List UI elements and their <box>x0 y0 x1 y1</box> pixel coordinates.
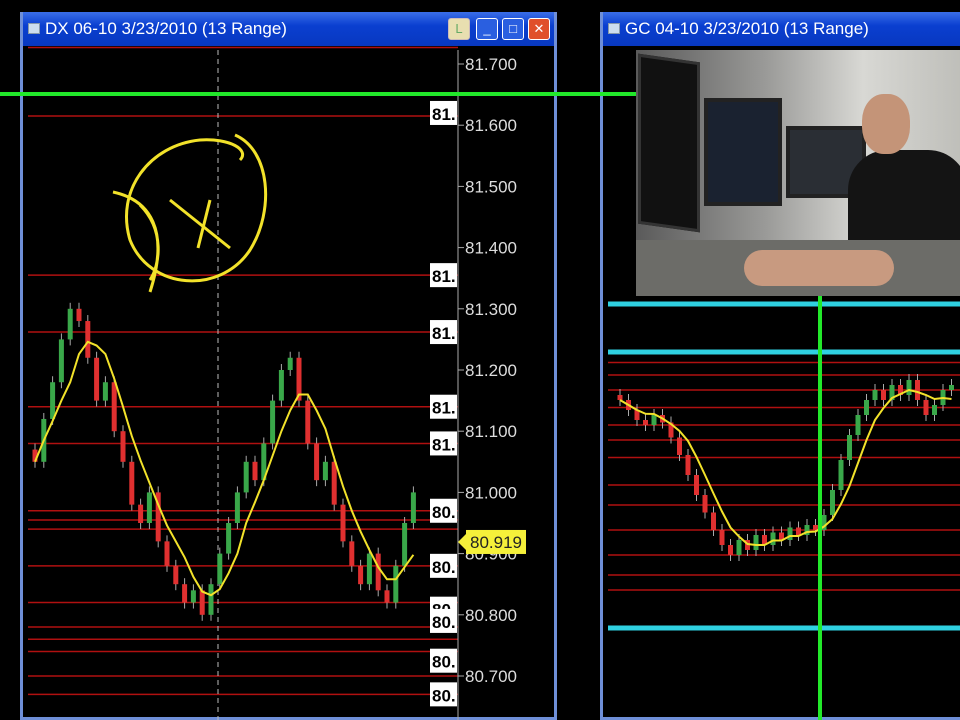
axis-label: 81.600 <box>465 116 517 135</box>
dx-candle <box>322 461 328 481</box>
dx-candle <box>410 492 416 523</box>
gc-candle <box>838 460 844 490</box>
dx-candle <box>331 461 337 505</box>
dx-candle <box>120 431 126 462</box>
gc-candle <box>711 512 716 530</box>
gc-candle <box>736 540 742 555</box>
gc-candle <box>677 437 682 455</box>
dx-candle <box>349 541 355 566</box>
dx-candle <box>402 523 408 566</box>
axis-label: 81.500 <box>465 177 517 196</box>
gc-candle <box>702 495 708 513</box>
level-label: 80. <box>432 503 456 522</box>
dx-candle <box>85 321 91 358</box>
monitor-left <box>638 53 700 233</box>
gc-candle <box>881 390 886 400</box>
current-price-label: 80.919 <box>470 533 522 552</box>
gc-candle <box>753 535 759 550</box>
level-label: 80. <box>432 653 456 672</box>
dx-candle <box>234 492 240 523</box>
gc-candle <box>770 532 776 545</box>
gc-candle <box>617 395 623 400</box>
dx-candle <box>252 461 258 481</box>
dx-candle <box>67 308 73 340</box>
gc-candle <box>872 390 878 400</box>
dx-candle <box>270 400 276 444</box>
level-label: 81. <box>432 399 456 418</box>
axis-label: 81.000 <box>465 483 517 502</box>
dx-candle <box>287 357 293 370</box>
dx-candle <box>278 370 284 401</box>
dx-annotation-drawing <box>112 133 268 293</box>
dx-candle <box>199 590 205 615</box>
gc-candle <box>728 545 733 555</box>
dx-candle <box>173 565 179 585</box>
level-label: 81. <box>432 105 456 124</box>
dx-candle <box>94 357 100 401</box>
gc-candle <box>923 400 929 415</box>
webcam-overlay <box>636 50 960 296</box>
gc-candle <box>651 415 657 425</box>
gc-candle <box>643 420 648 425</box>
dx-candle <box>129 461 135 505</box>
gc-moving-average <box>619 388 952 546</box>
gc-candle <box>830 490 835 515</box>
dx-candle <box>243 461 249 493</box>
level-label: 80. <box>432 686 456 705</box>
gc-candle <box>864 400 869 415</box>
gc-candle <box>847 435 852 460</box>
dx-candle <box>164 541 170 566</box>
dx-candle <box>190 590 196 603</box>
dx-moving-average <box>34 340 415 597</box>
dx-candle <box>138 504 144 523</box>
axis-label: 81.700 <box>465 55 517 74</box>
gc-candle <box>796 527 801 535</box>
dx-candle <box>182 584 188 603</box>
axis-label: 80.700 <box>465 667 517 686</box>
person-arm <box>744 250 894 286</box>
dx-candle <box>50 382 56 419</box>
dx-candle <box>375 553 381 591</box>
level-label: 81. <box>432 267 456 286</box>
level-label: 81. <box>432 324 456 343</box>
dx-candle <box>76 308 82 322</box>
gc-candle <box>685 455 691 475</box>
axis-label: 80.800 <box>465 606 517 625</box>
monitor-center <box>704 98 782 206</box>
person-head <box>862 94 910 154</box>
level-label: 80. <box>432 558 456 577</box>
gc-candle <box>932 405 937 415</box>
gc-candle <box>949 385 954 390</box>
gc-candle <box>719 530 725 545</box>
dx-candle <box>146 492 152 523</box>
gc-candle <box>694 475 699 495</box>
dx-candle <box>217 553 223 585</box>
current-price-pointer <box>458 533 466 550</box>
axis-label: 81.300 <box>465 300 517 319</box>
dx-candle <box>58 339 64 383</box>
gc-candle <box>915 380 920 400</box>
dx-candle <box>226 523 232 554</box>
dx-candle <box>314 443 320 481</box>
gc-candle <box>787 527 793 540</box>
gc-candle <box>855 415 861 435</box>
dx-candle <box>366 553 372 585</box>
gc-candle <box>813 525 818 530</box>
dx-candle <box>102 382 108 401</box>
level-label: 80. <box>432 613 456 632</box>
axis-label: 81.100 <box>465 422 517 441</box>
dx-candle <box>111 382 117 432</box>
dx-candle <box>393 565 399 603</box>
dx-candle <box>358 565 364 585</box>
dx-candle <box>305 400 311 444</box>
dx-candle <box>340 504 346 542</box>
dx-candle <box>208 584 214 615</box>
dx-candle <box>384 590 390 603</box>
gc-candle <box>906 380 912 395</box>
axis-label: 81.200 <box>465 361 517 380</box>
level-label: 81. <box>432 435 456 454</box>
axis-label: 81.400 <box>465 239 517 258</box>
